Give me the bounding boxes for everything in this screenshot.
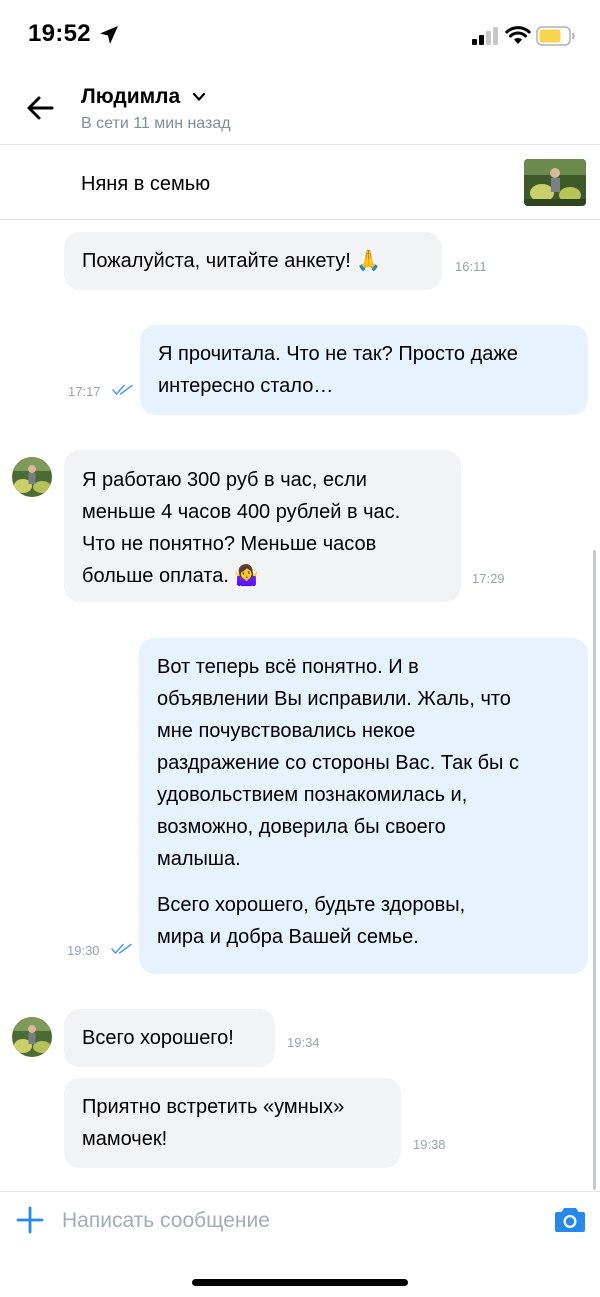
listing-thumbnail bbox=[524, 159, 586, 206]
location-arrow-icon bbox=[100, 26, 118, 44]
wifi-icon bbox=[505, 26, 531, 44]
message-line: Всего хорошего, будьте здоровы, bbox=[157, 894, 466, 916]
status-bar: 19:52 bbox=[0, 0, 600, 70]
message-time: 17:29 bbox=[472, 571, 505, 586]
double-check-icon bbox=[111, 943, 132, 954]
message-line: мамочек! bbox=[82, 1128, 168, 1150]
message-line: удовольствием познакомилась и, bbox=[157, 784, 468, 806]
message-composer bbox=[0, 1192, 600, 1252]
online-status: В сети 11 мин назад bbox=[81, 115, 231, 132]
listing-bar[interactable]: Няня в семью bbox=[0, 146, 600, 220]
message-line: меньше 4 часов 400 рублей в час. bbox=[82, 501, 401, 523]
cellular-signal-icon bbox=[472, 27, 498, 45]
back-arrow-icon[interactable] bbox=[22, 92, 58, 124]
avatar[interactable] bbox=[12, 1017, 52, 1057]
message-line: интересно стало… bbox=[158, 375, 334, 397]
home-indicator bbox=[192, 1279, 408, 1286]
message-line: возможно, доверила бы своего bbox=[157, 816, 446, 838]
message-time: 16:11 bbox=[455, 259, 487, 274]
message-time: 17:17 bbox=[68, 384, 101, 399]
message-text: Пожалуйста, читайте анкету! 🙏 bbox=[82, 250, 382, 272]
battery-icon bbox=[536, 26, 575, 46]
message-bubble-incoming[interactable]: Всего хорошего! bbox=[64, 1009, 275, 1067]
message-time: 19:34 bbox=[287, 1035, 320, 1050]
status-time: 19:52 bbox=[28, 20, 91, 47]
plus-icon[interactable] bbox=[16, 1206, 44, 1234]
message-line: мне почувствовались некое bbox=[157, 720, 416, 742]
camera-icon[interactable] bbox=[554, 1205, 586, 1233]
message-text: Всего хорошего! bbox=[82, 1027, 234, 1049]
message-line: Приятно встретить «умных» bbox=[82, 1096, 345, 1118]
message-line: раздражение со стороны Вас. Так бы с bbox=[157, 752, 519, 774]
scrollbar[interactable] bbox=[593, 550, 596, 1190]
double-check-icon bbox=[112, 384, 133, 395]
message-line: Я работаю 300 руб в час, если bbox=[82, 469, 367, 491]
listing-title: Няня в семью bbox=[81, 173, 211, 195]
message-bubble-incoming[interactable]: Я работаю 300 руб в час, если меньше 4 ч… bbox=[64, 450, 461, 602]
avatar[interactable] bbox=[12, 457, 52, 497]
chat-header: Людимла В сети 11 мин назад bbox=[0, 72, 600, 144]
message-line: мира и добра Вашей семье. bbox=[157, 926, 419, 948]
header-divider bbox=[0, 144, 600, 145]
message-time: 19:30 bbox=[67, 943, 100, 958]
message-bubble-outgoing[interactable]: Вот теперь всё понятно. И в объявлении В… bbox=[139, 638, 588, 974]
message-line: объявлении Вы исправили. Жаль, что bbox=[157, 688, 511, 710]
message-line: Я прочитала. Что не так? Просто даже bbox=[158, 343, 518, 365]
message-bubble-outgoing[interactable]: Я прочитала. Что не так? Просто даже инт… bbox=[140, 325, 588, 415]
message-bubble-incoming[interactable]: Приятно встретить «умных» мамочек! bbox=[64, 1078, 401, 1168]
message-line: малыша. bbox=[157, 848, 241, 870]
contact-name[interactable]: Людимла bbox=[81, 85, 180, 109]
message-time: 19:38 bbox=[413, 1137, 446, 1152]
message-bubble-incoming[interactable]: Пожалуйста, читайте анкету! 🙏 bbox=[64, 232, 442, 290]
message-line: Вот теперь всё понятно. И в bbox=[157, 656, 419, 678]
listing-divider bbox=[0, 219, 600, 220]
message-line: Что не понятно? Меньше часов bbox=[82, 533, 377, 555]
message-input[interactable] bbox=[62, 1200, 532, 1242]
message-line: больше оплата. 🤷‍♀️ bbox=[82, 565, 260, 587]
chevron-down-icon[interactable] bbox=[192, 91, 206, 103]
